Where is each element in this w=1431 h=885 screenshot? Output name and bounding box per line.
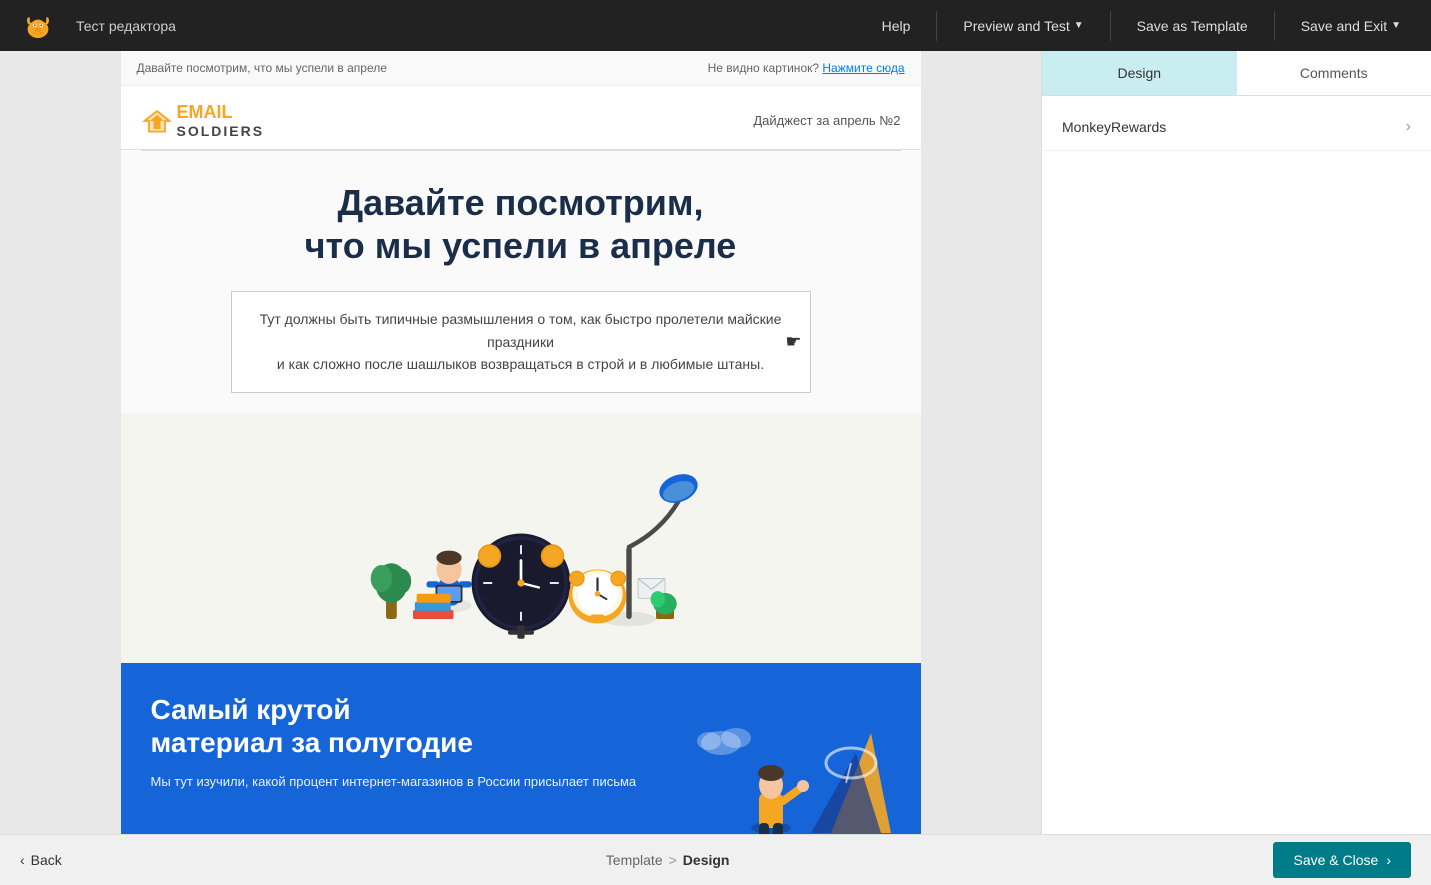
blue-section-title: Самый крутойматериал за полугодие <box>151 693 671 760</box>
save-exit-button[interactable]: Save and Exit ▼ <box>1287 10 1415 42</box>
monkey-rewards-section[interactable]: MonkeyRewards › <box>1042 104 1431 151</box>
image-note-link[interactable]: Нажмите сюда <box>822 61 904 75</box>
email-blue-section: Самый крутойматериал за полугодие Мы тут… <box>121 663 921 834</box>
panel-tabs: Design Comments <box>1042 51 1431 96</box>
hero-title: Давайте посмотрим,что мы успели в апреле <box>181 181 861 267</box>
breadcrumb-separator: > <box>669 852 677 868</box>
app-logo <box>16 4 60 48</box>
nav-actions: Help Preview and Test ▼ Save as Template… <box>868 10 1415 42</box>
email-logo-line1: EMAIL <box>177 102 265 123</box>
breadcrumb-current: Design <box>683 852 730 868</box>
blue-section-text: Самый крутойматериал за полугодие Мы тут… <box>151 693 671 792</box>
save-close-label: Save & Close <box>1293 852 1378 868</box>
blue-section-body: Мы тут изучили, какой процент интернет-м… <box>151 772 671 792</box>
email-soldiers-logo-icon <box>141 107 173 135</box>
panel-content: MonkeyRewards › <box>1042 96 1431 834</box>
chevron-right-icon: › <box>1406 118 1411 136</box>
email-logo: EMAIL SOLDIERS <box>141 102 265 139</box>
email-logo-line2: SOLDIERS <box>177 123 265 139</box>
save-template-button[interactable]: Save as Template <box>1123 10 1262 42</box>
tab-comments[interactable]: Comments <box>1237 51 1431 95</box>
right-panel: Design Comments MonkeyRewards › <box>1041 51 1431 834</box>
preview-test-label: Preview and Test <box>963 18 1069 34</box>
bottom-bar: ‹ Back Template > Design Save & Close › <box>0 834 1431 885</box>
email-logo-text: EMAIL SOLDIERS <box>177 102 265 139</box>
save-exit-arrow-icon: ▼ <box>1391 20 1401 31</box>
breadcrumb-template: Template <box>606 852 663 868</box>
email-text-block[interactable]: Тут должны быть типичные размышления о т… <box>231 291 811 392</box>
nav-divider-1 <box>936 11 937 41</box>
digest-label: Дайджест за апрель №2 <box>753 113 900 128</box>
mailchimp-logo-icon <box>22 10 54 42</box>
email-preview-wrapper: Давайте посмотрим, что мы успели в апрел… <box>0 51 1041 834</box>
dropdown-arrow-icon: ▼ <box>1074 20 1084 31</box>
nav-divider-3 <box>1274 11 1275 41</box>
preheader-image-note: Не видно картинок? Нажмите сюда <box>708 61 905 75</box>
top-navigation: Тест редактора Help Preview and Test ▼ S… <box>0 0 1431 51</box>
email-illustration <box>121 413 921 663</box>
tab-design[interactable]: Design <box>1042 51 1237 95</box>
cursor-icon: ☛ <box>785 328 801 357</box>
email-preview-scroll[interactable]: Давайте посмотрим, что мы успели в апрел… <box>0 51 1041 834</box>
nav-divider-2 <box>1110 11 1111 41</box>
back-label: Back <box>31 852 62 868</box>
editor-title: Тест редактора <box>76 18 868 34</box>
illustration-svg <box>341 433 701 643</box>
email-header: EMAIL SOLDIERS Дайджест за апрель №2 <box>121 86 921 150</box>
save-close-arrow-icon: › <box>1386 852 1391 868</box>
text-block-content: Тут должны быть типичные размышления о т… <box>260 311 782 372</box>
back-arrow-icon: ‹ <box>20 852 25 868</box>
main-area: Давайте посмотрим, что мы успели в апрел… <box>0 51 1431 834</box>
save-exit-label: Save and Exit <box>1301 18 1387 34</box>
blue-section-svg <box>691 693 891 834</box>
monkey-rewards-label: MonkeyRewards <box>1062 119 1166 135</box>
preview-test-button[interactable]: Preview and Test ▼ <box>949 10 1097 42</box>
help-button[interactable]: Help <box>868 10 925 42</box>
email-preheader: Давайте посмотрим, что мы успели в апрел… <box>121 51 921 86</box>
back-button[interactable]: ‹ Back <box>20 852 62 868</box>
email-container: Давайте посмотрим, что мы успели в апрел… <box>121 51 921 834</box>
email-hero: Давайте посмотрим,что мы успели в апреле… <box>121 151 921 413</box>
breadcrumb: Template > Design <box>606 852 730 868</box>
preheader-text: Давайте посмотрим, что мы успели в апрел… <box>137 61 387 75</box>
save-close-button[interactable]: Save & Close › <box>1273 842 1411 878</box>
image-note-text: Не видно картинок? <box>708 61 819 75</box>
blue-section-image <box>691 693 891 834</box>
